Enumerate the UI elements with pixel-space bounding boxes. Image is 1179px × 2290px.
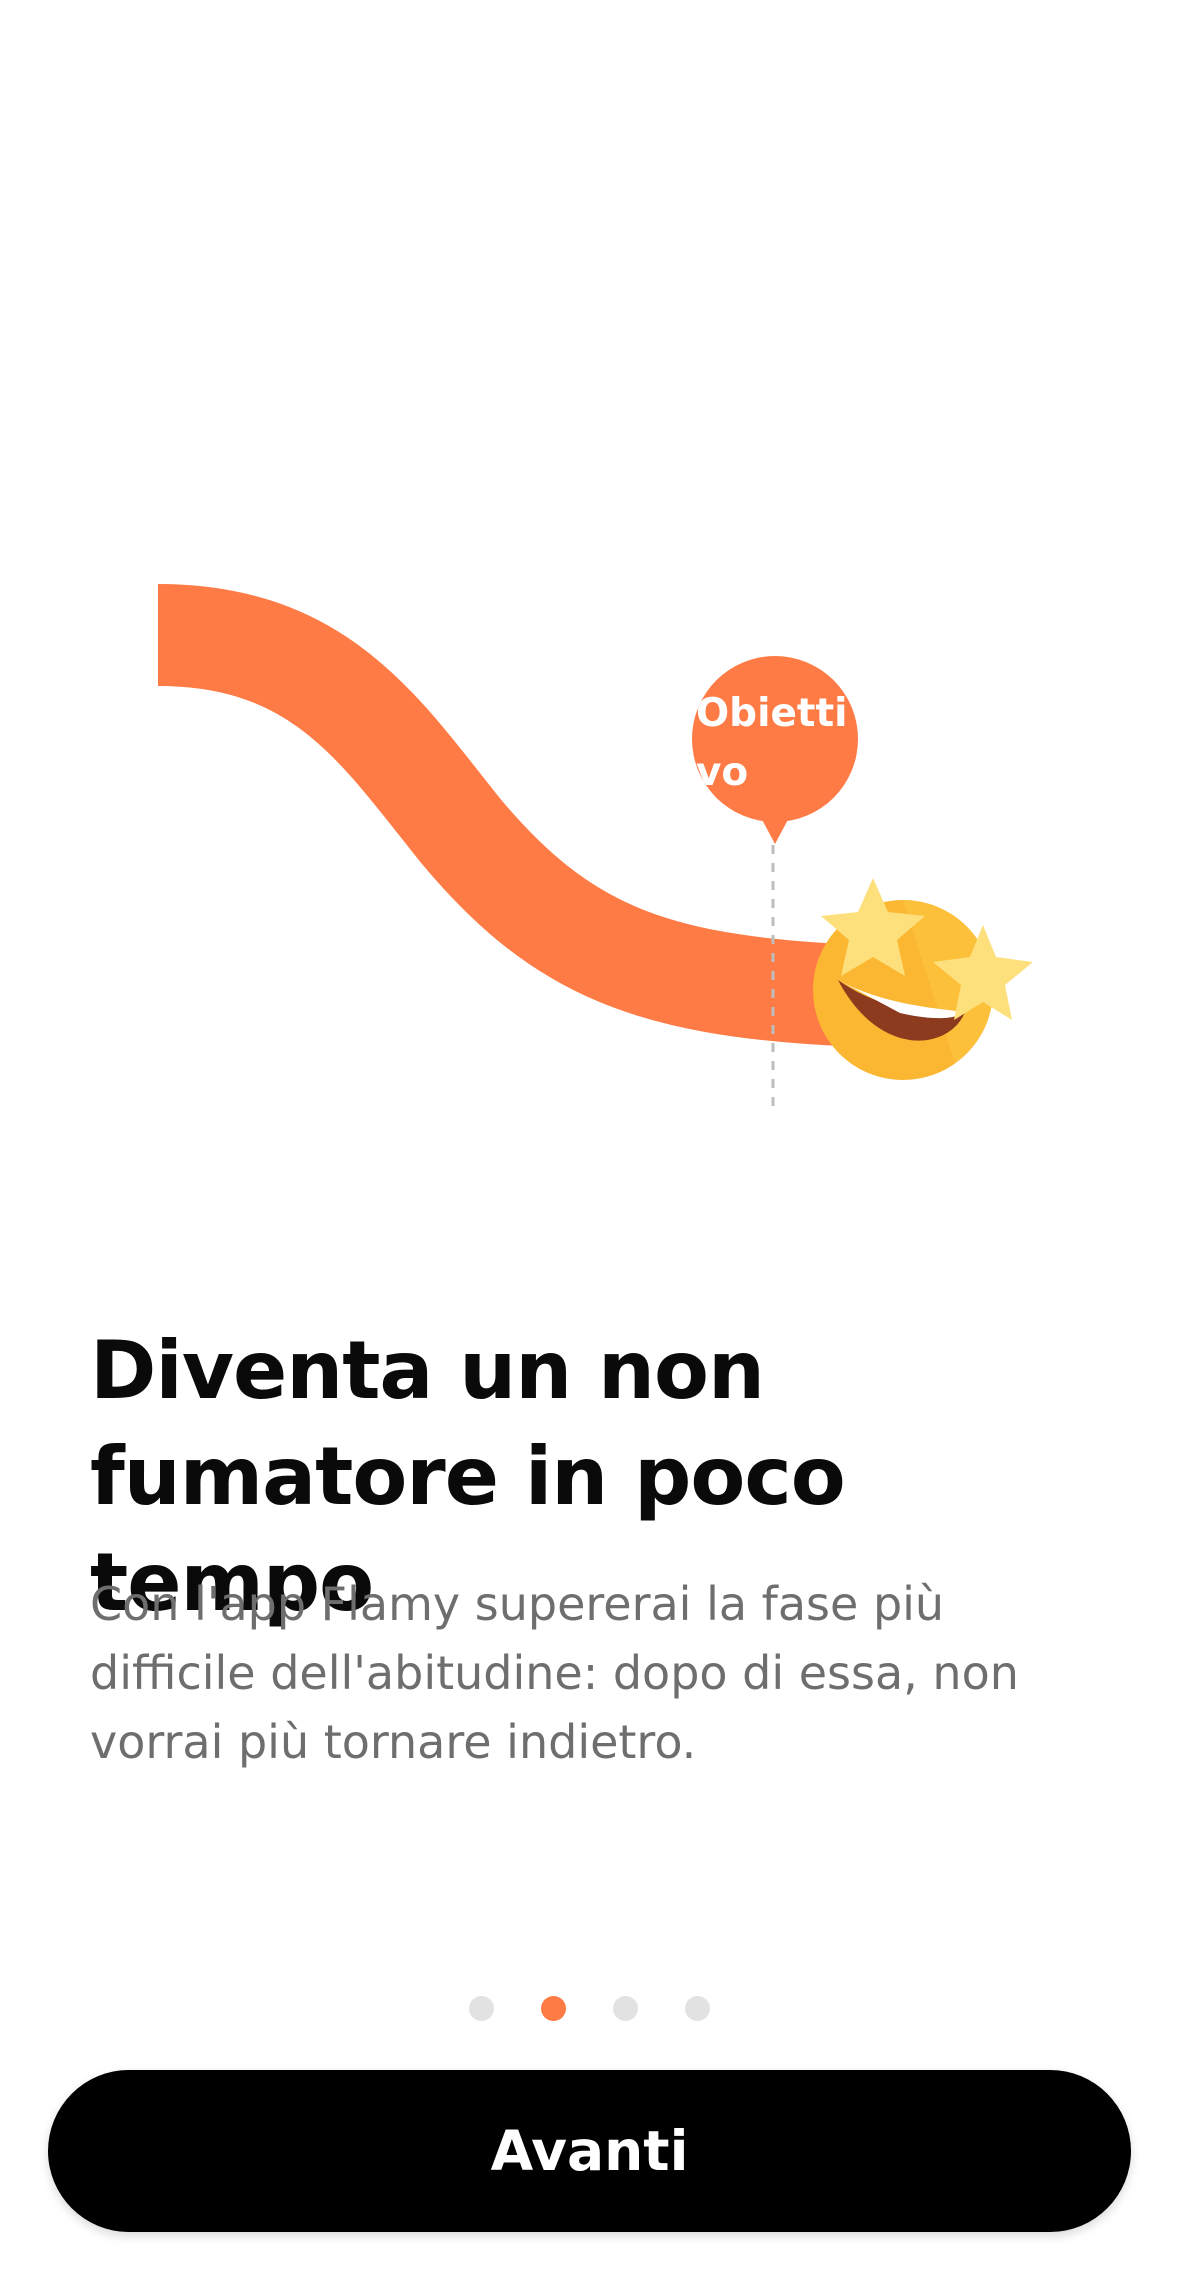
onboarding-description: Con l'app Flamy supererai la fase più di… [90, 1577, 1019, 1769]
page-dot-4[interactable] [685, 1996, 710, 2021]
page-dot-1[interactable] [469, 1996, 494, 2021]
onboarding-illustration: Obiettivo [0, 0, 1179, 1200]
next-button[interactable]: Avanti [48, 2070, 1131, 2232]
star-struck-emoji-icon [813, 878, 1033, 1080]
progress-path-graphic [157, 584, 1033, 1110]
goal-marker-bubble: Obiettivo [692, 656, 858, 822]
page-dot-2-active[interactable] [541, 1996, 566, 2021]
goal-marker-pointer [758, 812, 792, 844]
page-indicator [0, 1996, 1179, 2022]
page-dot-3[interactable] [613, 1996, 638, 2021]
